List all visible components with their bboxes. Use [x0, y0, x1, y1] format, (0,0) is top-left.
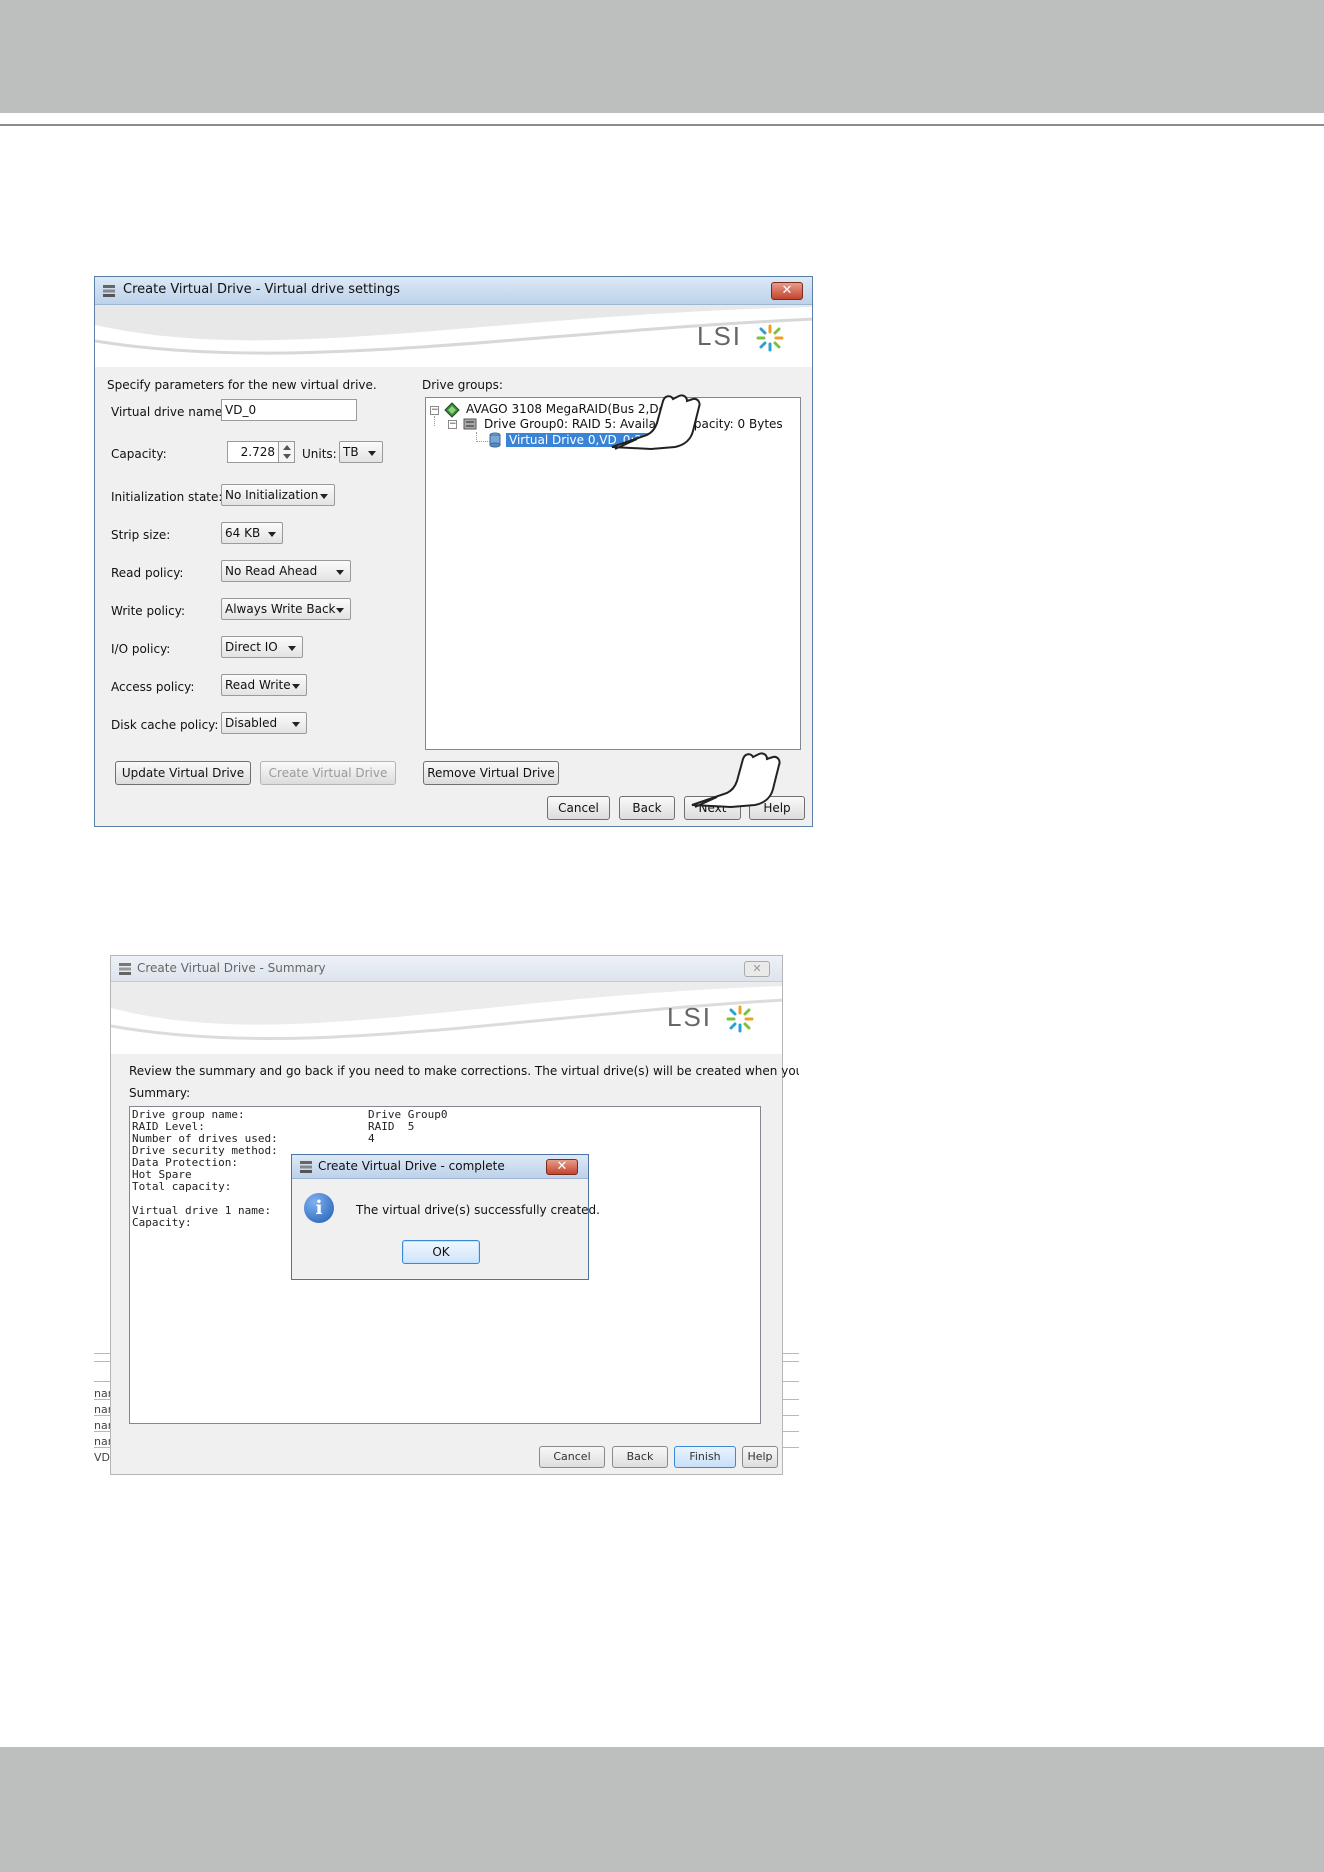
cancel-button[interactable]: Cancel [539, 1446, 605, 1468]
collapse-icon[interactable]: − [430, 406, 439, 415]
virtual-drive-icon [489, 432, 501, 448]
summary-key: Capacity: [132, 1216, 192, 1229]
capacity-spinner[interactable] [278, 441, 295, 463]
io-policy-label: I/O policy: [111, 642, 171, 656]
write-policy-value: Always Write Back [225, 602, 336, 616]
banner: LSI [95, 305, 812, 367]
read-policy-value: No Read Ahead [225, 564, 318, 578]
summary-value: 4 [368, 1132, 375, 1145]
window-title: Create Virtual Drive - Summary [137, 961, 326, 975]
init-state-label: Initialization state: [111, 490, 223, 504]
units-dropdown[interactable]: TB [339, 441, 383, 463]
write-policy-dropdown[interactable]: Always Write Back [221, 598, 351, 620]
summary-window: Create Virtual Drive - Summary ✕ LSI Rev… [110, 955, 799, 1475]
raid-app-icon [119, 963, 131, 975]
dialog-message: The virtual drive(s) successfully create… [356, 1203, 600, 1217]
raid-app-icon [300, 1161, 312, 1173]
close-button[interactable]: ✕ [744, 961, 770, 977]
drive-groups-label: Drive groups: [422, 378, 503, 392]
remove-virtual-drive-button[interactable]: Remove Virtual Drive [423, 761, 559, 785]
close-button[interactable]: ✕ [771, 282, 803, 300]
read-policy-dropdown[interactable]: No Read Ahead [221, 560, 351, 582]
chevron-down-icon [292, 722, 300, 727]
dialog-title: Create Virtual Drive - complete [318, 1159, 505, 1173]
chevron-down-icon [336, 570, 344, 575]
collapse-icon[interactable]: − [448, 420, 457, 429]
chevron-down-icon [268, 532, 276, 537]
review-instruction: Review the summary and go back if you ne… [129, 1064, 799, 1078]
ok-button[interactable]: OK [402, 1240, 480, 1264]
dialog-titlebar[interactable]: Create Virtual Drive - complete ✕ [292, 1155, 588, 1179]
lsi-spark-icon [726, 1005, 754, 1033]
banner: LSI [111, 982, 782, 1054]
finish-button[interactable]: Finish [674, 1446, 736, 1468]
strip-size-value: 64 KB [225, 526, 261, 540]
page-header-rule [0, 124, 1324, 126]
units-label: Units: [302, 447, 337, 461]
io-policy-dropdown[interactable]: Direct IO [221, 636, 303, 658]
close-button[interactable]: ✕ [546, 1159, 578, 1175]
write-policy-label: Write policy: [111, 604, 185, 618]
controller-icon [444, 402, 460, 418]
page-footer-band [0, 1747, 1324, 1872]
cancel-button[interactable]: Cancel [547, 796, 610, 820]
chevron-down-icon [368, 451, 376, 456]
io-policy-value: Direct IO [225, 640, 278, 654]
lsi-logo: LSI [697, 321, 743, 351]
window-titlebar[interactable]: Create Virtual Drive - Summary ✕ [111, 956, 782, 982]
disk-cache-policy-label: Disk cache policy: [111, 718, 219, 732]
summary-screenshot: nan nan nan nan VD: 0 Create Virtual Dri… [94, 943, 799, 1476]
disk-cache-policy-value: Disabled [225, 716, 278, 730]
access-policy-value: Read Write [225, 678, 291, 692]
chevron-down-icon [320, 494, 328, 499]
read-policy-label: Read policy: [111, 566, 184, 580]
back-button[interactable]: Back [612, 1446, 668, 1468]
vd-name-label: Virtual drive name: [111, 405, 227, 419]
window-titlebar[interactable]: Create Virtual Drive - Virtual drive set… [95, 277, 812, 305]
instruction-text: Specify parameters for the new virtual d… [107, 378, 377, 392]
page-header-band [0, 0, 1324, 113]
units-value: TB [343, 445, 359, 459]
window-title: Create Virtual Drive - Virtual drive set… [123, 282, 401, 297]
chevron-down-icon [292, 684, 300, 689]
access-policy-label: Access policy: [111, 680, 195, 694]
raid-app-icon [103, 285, 115, 297]
chevron-down-icon [288, 646, 296, 651]
capacity-input[interactable]: 2.728 [227, 441, 279, 463]
init-state-dropdown[interactable]: No Initialization [221, 484, 335, 506]
drive-group-icon [463, 418, 477, 430]
back-button[interactable]: Back [619, 796, 675, 820]
summary-label: Summary: [129, 1086, 191, 1100]
capacity-label: Capacity: [111, 447, 167, 461]
pointing-hand-icon [611, 394, 701, 451]
tree-connector [434, 416, 435, 426]
disk-cache-policy-dropdown[interactable]: Disabled [221, 712, 307, 734]
strip-size-label: Strip size: [111, 528, 171, 542]
chevron-down-icon [336, 608, 344, 613]
lsi-logo: LSI [667, 1002, 713, 1032]
create-virtual-drive-button[interactable]: Create Virtual Drive [260, 761, 396, 785]
update-virtual-drive-button[interactable]: Update Virtual Drive [115, 761, 251, 785]
init-state-value: No Initialization [225, 488, 319, 502]
access-policy-dropdown[interactable]: Read Write [221, 674, 307, 696]
summary-key: Total capacity: [132, 1180, 232, 1193]
help-button[interactable]: Help [742, 1446, 778, 1468]
virtual-drive-settings-window: Create Virtual Drive - Virtual drive set… [94, 276, 813, 827]
lsi-spark-icon [756, 324, 784, 352]
vd-name-input[interactable]: VD_0 [221, 399, 357, 421]
complete-dialog: Create Virtual Drive - complete ✕ i The … [291, 1154, 600, 1280]
info-icon: i [304, 1193, 334, 1223]
strip-size-dropdown[interactable]: 64 KB [221, 522, 283, 544]
pointing-hand-icon [691, 752, 781, 809]
